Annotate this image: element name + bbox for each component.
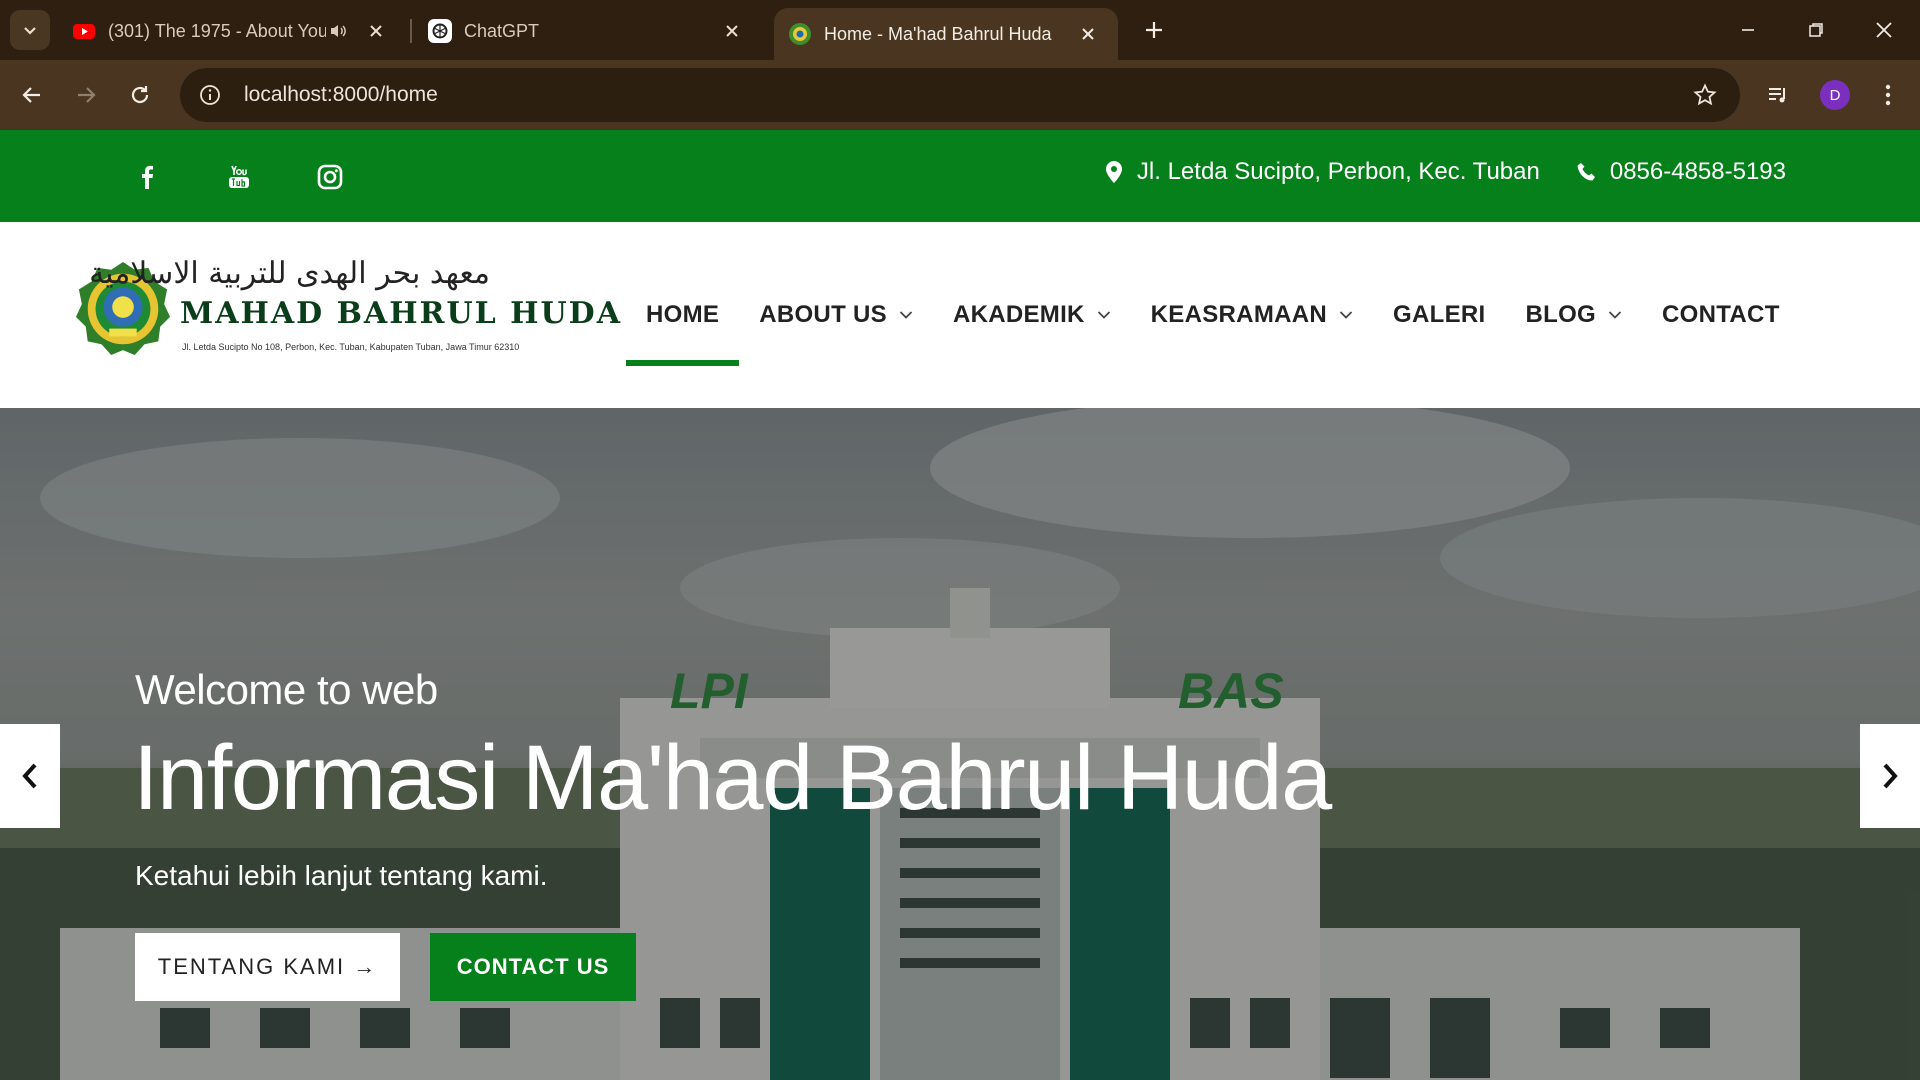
speaker-icon[interactable] [326,19,350,43]
playlist-icon [1769,88,1785,103]
nav-label: GALERI [1393,301,1486,328]
nav-label: CONTACT [1662,301,1780,328]
nav-item-about-us[interactable]: ABOUT US [739,222,933,408]
nav-item-akademik[interactable]: AKADEMIK [933,222,1131,408]
bookmark-button[interactable] [1690,80,1720,110]
hero-eyebrow: Welcome to web [135,666,438,713]
address-bar[interactable]: localhost:8000/home [180,68,1740,122]
logo-address-text: Jl. Letda Sucipto No 108, Perbon, Kec. T… [182,342,520,352]
more-vertical-icon [1885,84,1891,106]
nav-label: KEASRAMAAN [1150,301,1328,328]
close-window-button[interactable] [1868,14,1900,46]
facebook-icon [142,165,153,189]
tab-title: ChatGPT [464,20,540,41]
nav-item-blog[interactable]: BLOG [1505,222,1642,408]
youtube-icon [229,165,249,188]
chevron-down-icon [899,308,913,322]
close-icon [1876,22,1892,38]
browser-tab-bar: (301) The 1975 - About You ChatGPT Home … [0,0,1920,60]
url-text[interactable]: localhost:8000/home [244,83,438,107]
chevron-right-icon [1883,763,1898,789]
forward-button[interactable] [68,77,104,113]
nav-item-contact[interactable]: CONTACT [1642,222,1800,408]
tab-separator [410,19,412,43]
site-header: معهد بحر الهدى للتربية الاسلامية MAHAD B… [0,222,1920,408]
tab-search-button[interactable] [10,10,50,50]
youtube-icon [73,24,95,39]
chevron-down-icon [24,27,36,35]
arrow-left-icon [22,87,40,103]
main-nav: HOME ABOUT US AKADEMIK KEASRAMAAN GALERI… [626,222,1800,408]
site-favicon [789,23,811,45]
back-button[interactable] [14,77,50,113]
logo-brand-text: MAHAD BAHRUL HUDA [180,296,622,331]
slider-next-button[interactable] [1860,724,1920,828]
minimize-icon [1742,29,1754,31]
star-icon [1693,83,1717,106]
nav-item-home[interactable]: HOME [626,222,740,408]
new-tab-button[interactable] [1140,16,1168,44]
minimize-button[interactable] [1732,14,1764,46]
site-logo[interactable]: معهد بحر الهدى للتربية الاسلامية MAHAD B… [74,256,620,366]
contact-us-button[interactable]: CONTACT US [430,933,636,1001]
site-info-button[interactable] [186,71,234,119]
info-icon [200,85,220,105]
arrow-right-icon [78,87,96,103]
hero-title: Informasi Ma'had Bahrul Huda [133,727,1332,829]
chevron-down-icon [1608,308,1622,322]
chevron-left-icon [22,763,37,789]
nav-label: HOME [646,301,720,328]
hero-subtitle: Ketahui lebih lanjut tentang kami. [135,860,548,891]
restore-icon [1809,23,1823,37]
nav-item-galeri[interactable]: GALERI [1373,222,1505,408]
browser-tab-chatgpt[interactable]: ChatGPT [414,10,762,52]
browser-tab-active[interactable]: Home - Ma'had Bahrul Huda [774,8,1118,60]
media-controls-button[interactable] [1760,77,1796,113]
close-tab-icon[interactable] [720,19,744,43]
close-tab-icon[interactable] [1076,22,1100,46]
plus-icon [1146,22,1162,38]
tentang-kami-button[interactable]: TENTANG KAMI → [135,933,400,1001]
nav-label: BLOG [1525,301,1597,328]
browser-tab-youtube[interactable]: (301) The 1975 - About You [58,10,406,52]
nav-label: ABOUT US [759,301,887,328]
browser-menu-button[interactable] [1870,77,1906,113]
instagram-link[interactable] [313,160,347,194]
chevron-down-icon [1097,308,1111,322]
logo-arabic-text: معهد بحر الهدى للتربية الاسلامية [89,256,490,291]
contact-info: Jl. Letda Sucipto, Perbon, Kec. Tuban 08… [1103,158,1786,186]
instagram-icon [317,164,343,190]
tab-title: Home - Ma'had Bahrul Huda [824,23,1052,44]
browser-toolbar: localhost:8000/home D [0,60,1920,130]
map-pin-icon [1103,158,1125,186]
facebook-link[interactable] [130,160,164,194]
phone-icon [1576,158,1598,186]
youtube-link[interactable] [222,160,256,194]
slider-prev-button[interactable] [0,724,60,828]
nav-item-keasramaan[interactable]: KEASRAMAAN [1131,222,1373,408]
tab-title: (301) The 1975 - About You [108,20,326,41]
restore-button[interactable] [1800,14,1832,46]
site-topbar: Jl. Letda Sucipto, Perbon, Kec. Tuban 08… [0,130,1920,222]
close-tab-icon[interactable] [364,19,388,43]
chevron-down-icon [1339,308,1353,322]
reload-icon [131,86,149,104]
phone-text[interactable]: 0856-4858-5193 [1610,158,1786,186]
hero-slider: LPI BAS Welcome to web Informasi Ma'had … [0,408,1920,1080]
address-text: Jl. Letda Sucipto, Perbon, Kec. Tuban [1136,158,1540,185]
chatgpt-icon [428,19,452,43]
profile-avatar[interactable]: D [1820,80,1850,110]
reload-button[interactable] [122,77,158,113]
nav-label: AKADEMIK [952,301,1085,328]
